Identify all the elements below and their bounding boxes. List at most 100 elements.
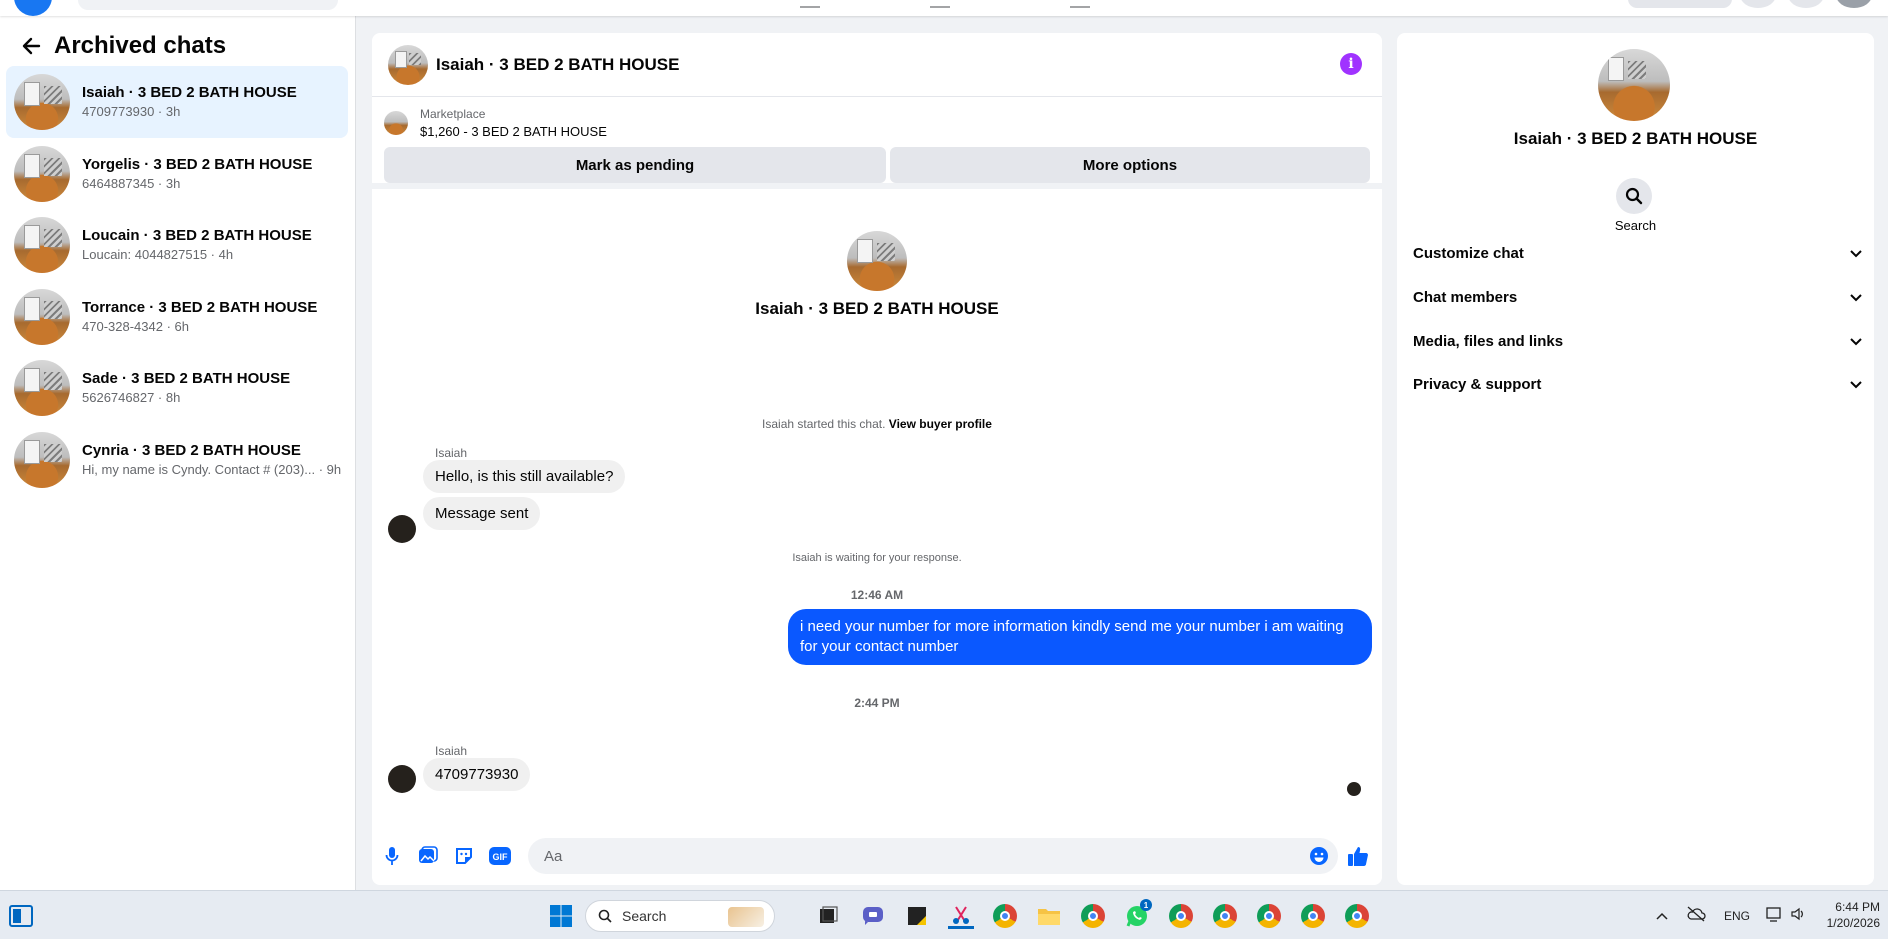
chat-item-torrance[interactable]: Torrance · 3 BED 2 BATH HOUSE 470-328-43… (6, 281, 348, 353)
menu-icon[interactable] (1740, 0, 1776, 8)
conversation-title[interactable]: Isaiah · 3 BED 2 BATH HOUSE (436, 55, 679, 75)
svg-text:GIF: GIF (493, 852, 509, 862)
outgoing-message[interactable]: i need your number for more information … (788, 609, 1372, 665)
top-navigation-bar (0, 0, 1888, 16)
taskbar-search-box[interactable]: Search (585, 900, 775, 932)
chrome-profile-icon[interactable] (1080, 903, 1106, 929)
find-friends-button[interactable] (1628, 0, 1732, 8)
chat-started-notice: Isaiah started this chat. View buyer pro… (372, 417, 1382, 431)
network-icon[interactable] (1766, 906, 1784, 925)
windows-start-icon[interactable] (548, 903, 574, 929)
photo-icon[interactable] (416, 844, 440, 868)
more-options-button[interactable]: More options (890, 147, 1370, 183)
chat-preview: 4709773930 · 3h (82, 104, 181, 119)
search-in-conversation-button[interactable] (1616, 178, 1652, 214)
back-arrow-icon[interactable] (18, 33, 44, 59)
started-text: Isaiah started this chat. (762, 417, 886, 431)
chrome-profile-icon[interactable] (1300, 903, 1326, 929)
system-clock[interactable]: 6:44 PM 1/20/2026 (1822, 899, 1880, 931)
chat-item-sade[interactable]: Sade · 3 BED 2 BATH HOUSE 5626746827 · 8… (6, 352, 348, 424)
chevron-down-icon (1850, 381, 1862, 389)
search-icon (1625, 187, 1643, 205)
sender-avatar[interactable] (388, 765, 416, 793)
gif-icon[interactable]: GIF (488, 844, 512, 868)
chat-name: Isaiah · 3 BED 2 BATH HOUSE (82, 84, 297, 101)
message-thread: Isaiah · 3 BED 2 BATH HOUSE Isaiah start… (372, 189, 1382, 829)
conversation-avatar[interactable] (388, 44, 428, 85)
archived-chats-panel: Archived chats Isaiah · 3 BED 2 BATH HOU… (0, 16, 356, 890)
chat-name: Cynria · 3 BED 2 BATH HOUSE (82, 441, 301, 459)
house-avatar (14, 74, 70, 130)
sticky-notes-icon[interactable] (904, 903, 930, 929)
listing-title[interactable]: $1,260 - 3 BED 2 BATH HOUSE (420, 124, 607, 139)
listing-thumbnail[interactable] (384, 111, 408, 135)
timestamp: 2:44 PM (854, 696, 900, 710)
chrome-profile-icon[interactable] (1168, 903, 1194, 929)
privacy-support-section[interactable]: Privacy & support (1413, 364, 1863, 404)
house-avatar (14, 431, 70, 488)
language-indicator[interactable]: ENG (1724, 909, 1750, 923)
profile-avatar[interactable] (1836, 0, 1872, 8)
clock-time: 6:44 PM (1835, 900, 1880, 914)
chat-item-loucain[interactable]: Loucain · 3 BED 2 BATH HOUSE Loucain: 40… (6, 209, 348, 281)
task-view-icon[interactable] (815, 903, 841, 929)
teams-chat-icon[interactable] (860, 903, 886, 929)
section-label: Customize chat (1413, 244, 1524, 262)
house-avatar (14, 288, 70, 345)
volume-icon[interactable] (1790, 906, 1806, 925)
chat-preview: Hi, my name is Cyndy. Contact # (203)...… (82, 461, 342, 477)
messenger-icon[interactable] (1788, 0, 1824, 8)
clock-date: 1/20/2026 (1826, 916, 1880, 930)
chat-name: Loucain · 3 BED 2 BATH HOUSE (82, 227, 312, 244)
marketplace-label: Marketplace (420, 107, 486, 121)
message-composer: GIF (372, 827, 1382, 885)
timestamp: 12:46 AM (850, 588, 904, 602)
file-explorer-icon[interactable] (1036, 903, 1062, 929)
chat-members-section[interactable]: Chat members (1413, 277, 1863, 317)
chat-item-cynria[interactable]: Cynria · 3 BED 2 BATH HOUSE Hi, my name … (6, 424, 348, 496)
archived-header: Archived chats (18, 32, 226, 60)
facebook-search-input[interactable] (78, 0, 338, 10)
nav-home-icon[interactable] (800, 0, 820, 8)
chat-item-yorgelis[interactable]: Yorgelis · 3 BED 2 BATH HOUSE 6464887345… (6, 138, 348, 210)
chevron-up-icon[interactable] (1656, 909, 1668, 923)
customize-chat-section[interactable]: Customize chat (1413, 233, 1863, 273)
snipping-tool-icon[interactable] (948, 903, 974, 929)
chrome-icon[interactable] (992, 903, 1018, 929)
section-label: Media, files and links (1413, 332, 1564, 350)
chat-item-isaiah[interactable]: Isaiah · 3 BED 2 BATH HOUSE 4709773930 ·… (6, 66, 348, 138)
incoming-message[interactable]: 4709773930 (423, 758, 531, 791)
facebook-logo-icon[interactable] (14, 0, 52, 16)
house-avatar (14, 360, 70, 416)
mark-as-pending-button[interactable]: Mark as pending (384, 147, 886, 183)
chrome-profile-icon[interactable] (1256, 903, 1282, 929)
info-icon[interactable]: i (1340, 53, 1362, 75)
nav-video-icon[interactable] (930, 0, 950, 8)
chevron-down-icon (1850, 250, 1862, 258)
message-input[interactable] (528, 838, 1338, 874)
emoji-icon[interactable] (1307, 844, 1331, 868)
chat-preview: 470-328-4342 · 6h (82, 318, 189, 334)
chrome-profile-icon[interactable] (1212, 903, 1238, 929)
incoming-message[interactable]: Message sent (423, 497, 541, 530)
search-label: Search (1614, 218, 1657, 233)
chat-info-panel: Isaiah · 3 BED 2 BATH HOUSE Search Custo… (1397, 33, 1874, 885)
whatsapp-icon[interactable]: 1 (1124, 899, 1152, 929)
chrome-profile-icon[interactable] (1344, 903, 1370, 929)
microphone-icon[interactable] (380, 844, 404, 868)
info-name: Isaiah · 3 BED 2 BATH HOUSE (1513, 129, 1758, 148)
info-avatar[interactable] (1598, 49, 1670, 121)
intro-name: Isaiah · 3 BED 2 BATH HOUSE (755, 299, 999, 318)
sender-avatar[interactable] (388, 515, 416, 543)
onedrive-offline-icon[interactable] (1686, 906, 1706, 925)
widgets-icon[interactable] (8, 903, 34, 929)
thumbs-up-icon[interactable] (1346, 844, 1370, 868)
archived-title: Archived chats (54, 32, 227, 59)
nav-marketplace-icon[interactable] (1070, 0, 1090, 8)
media-files-links-section[interactable]: Media, files and links (1413, 321, 1863, 361)
incoming-message[interactable]: Hello, is this still available? (423, 460, 626, 493)
view-buyer-profile-link[interactable]: View buyer profile (889, 417, 992, 431)
conversation-header: Isaiah · 3 BED 2 BATH HOUSE i (372, 33, 1382, 97)
sticker-icon[interactable] (452, 844, 476, 868)
house-avatar (14, 217, 70, 273)
